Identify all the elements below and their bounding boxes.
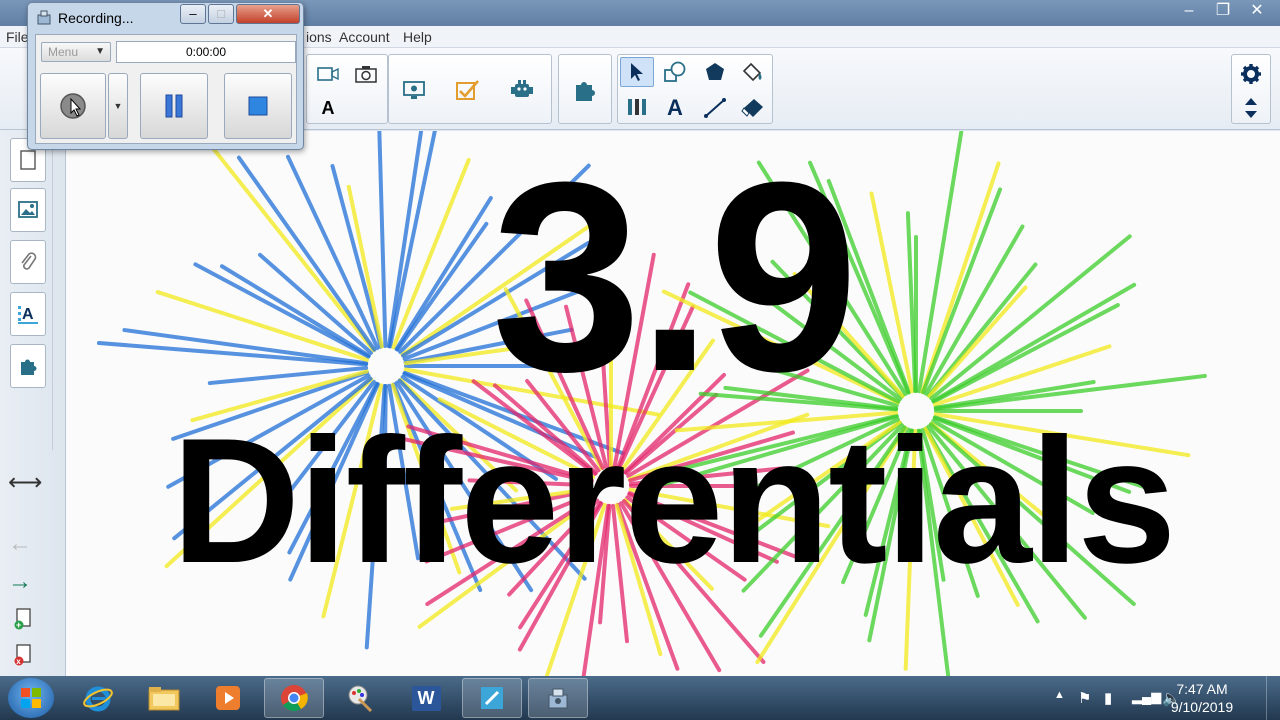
gallery-tab[interactable] — [10, 188, 46, 232]
screenshot-camera-icon[interactable] — [349, 59, 383, 89]
paint-icon[interactable] — [330, 678, 390, 718]
start-button[interactable] — [8, 678, 54, 718]
next-page-icon[interactable]: → — [8, 568, 32, 596]
show-hidden-icons-icon[interactable]: ▲ — [1054, 689, 1065, 701]
checkbox-activity-icon[interactable] — [451, 75, 485, 105]
clock-date: 9/10/2019 — [1170, 699, 1234, 715]
menu-help[interactable]: Help — [403, 29, 432, 45]
chevron-down-icon: ▼ — [95, 46, 105, 57]
word-icon[interactable]: W — [396, 678, 456, 718]
recorder-icon[interactable] — [528, 678, 588, 718]
gear-icon[interactable] — [1234, 59, 1268, 89]
toolbar-position-icon[interactable] — [1234, 93, 1268, 123]
capture-group: A — [306, 54, 388, 124]
svg-text:+: + — [16, 620, 21, 630]
file-explorer-icon[interactable] — [134, 678, 194, 718]
text-recognition-label: A — [321, 97, 335, 118]
page-title-number: 3.9 — [491, 131, 858, 428]
recording-close-button[interactable]: ✕ — [236, 4, 300, 24]
record-options-dropdown[interactable]: ▼ — [108, 73, 128, 139]
recording-menu-dropdown[interactable]: Menu ▼ — [41, 42, 111, 62]
recording-controls-panel: Menu ▼ 0:00:00 ▼ — [35, 34, 297, 144]
text-tool-icon[interactable]: A — [658, 93, 692, 123]
menu-file[interactable]: File — [6, 29, 29, 45]
fill-bucket-icon[interactable] — [736, 57, 770, 87]
menu-options[interactable]: ions — [306, 29, 332, 45]
clock-time: 7:47 AM — [1176, 681, 1228, 697]
app-window: – ❐ ✕ File ions Account Help A A A ⟷ ← →… — [0, 0, 1280, 720]
delete-page-icon[interactable]: x — [14, 644, 32, 671]
addons-tab[interactable] — [10, 344, 46, 388]
select-arrow-icon[interactable] — [620, 57, 654, 87]
network-signal-icon[interactable]: ▂▄▆ — [1132, 689, 1161, 705]
move-sidebar-icon[interactable]: ⟷ — [8, 468, 42, 497]
recording-maximize-button[interactable]: □ — [208, 4, 234, 24]
tools-group — [388, 54, 552, 124]
stop-button[interactable] — [224, 73, 292, 139]
add-page-icon[interactable]: + — [14, 608, 32, 635]
drawing-tools-group: A — [617, 54, 773, 124]
internet-explorer-icon[interactable] — [68, 678, 128, 718]
recording-minimize-button[interactable]: – — [180, 4, 206, 24]
stop-icon — [248, 96, 268, 116]
text-tool-label: A — [667, 95, 683, 120]
show-desktop-button[interactable] — [1266, 676, 1280, 720]
previous-page-icon[interactable]: ← — [8, 530, 32, 558]
text-recognition-icon[interactable]: A — [311, 93, 345, 123]
maximize-button[interactable]: ❐ — [1214, 2, 1232, 20]
record-button[interactable] — [40, 73, 106, 139]
chrome-icon[interactable] — [264, 678, 324, 718]
pause-button[interactable] — [140, 73, 208, 139]
addons-group — [558, 54, 612, 124]
svg-text:x: x — [16, 657, 21, 666]
whiteboard-canvas[interactable]: 3.9 Differentials — [66, 131, 1280, 676]
clock[interactable]: 7:47 AM 9/10/2019 — [1162, 680, 1242, 716]
page-title-text: Differentials — [171, 401, 1177, 600]
side-tabs: A ⟷ ← → + x — [0, 130, 66, 676]
attachments-tab[interactable] — [10, 240, 46, 284]
recording-menu-label: Menu — [48, 45, 79, 59]
recording-dialog-title: Recording... — [58, 10, 134, 26]
polygon-fill-icon[interactable] — [698, 57, 732, 87]
dropdown-arrow-icon: ▼ — [113, 101, 123, 111]
action-center-flag-icon[interactable]: ⚑ — [1078, 689, 1091, 707]
word-label: W — [411, 685, 441, 711]
widgets-icon[interactable] — [505, 75, 539, 105]
eraser-icon[interactable] — [736, 93, 770, 123]
window-controls: – ❐ ✕ — [1180, 2, 1266, 20]
recording-dialog: Recording... – □ ✕ Menu ▼ 0:00:00 ▼ — [27, 2, 304, 150]
puzzle-piece-icon[interactable] — [568, 75, 602, 105]
close-button[interactable]: ✕ — [1248, 2, 1266, 20]
record-icon — [60, 93, 86, 119]
minimize-button[interactable]: – — [1180, 2, 1198, 20]
screen-shade-icon[interactable] — [397, 75, 431, 105]
power-icon[interactable]: ▮ — [1104, 689, 1112, 707]
media-player-icon[interactable] — [198, 678, 258, 718]
pens-icon[interactable] — [620, 93, 654, 123]
system-tray: ▲ ⚑ ▮ ▂▄▆ 🔈 7:47 AM 9/10/2019 — [1020, 676, 1280, 720]
properties-tab[interactable]: A — [10, 292, 46, 336]
menu-account[interactable]: Account — [339, 29, 390, 45]
shapes-icon[interactable] — [658, 57, 692, 87]
taskbar: W ▲ ⚑ ▮ ▂▄▆ 🔈 7:47 AM 9/10/2019 — [0, 676, 1280, 720]
video-camera-icon[interactable] — [311, 59, 345, 89]
svg-text:A: A — [22, 306, 34, 323]
notebook-icon[interactable] — [462, 678, 522, 718]
line-tool-icon[interactable] — [698, 93, 732, 123]
sidebar-resize-handle[interactable] — [52, 140, 62, 450]
pause-icon — [165, 94, 183, 118]
settings-group — [1231, 54, 1271, 124]
recording-time-display: 0:00:00 — [116, 41, 296, 63]
recorder-app-icon — [36, 9, 52, 28]
